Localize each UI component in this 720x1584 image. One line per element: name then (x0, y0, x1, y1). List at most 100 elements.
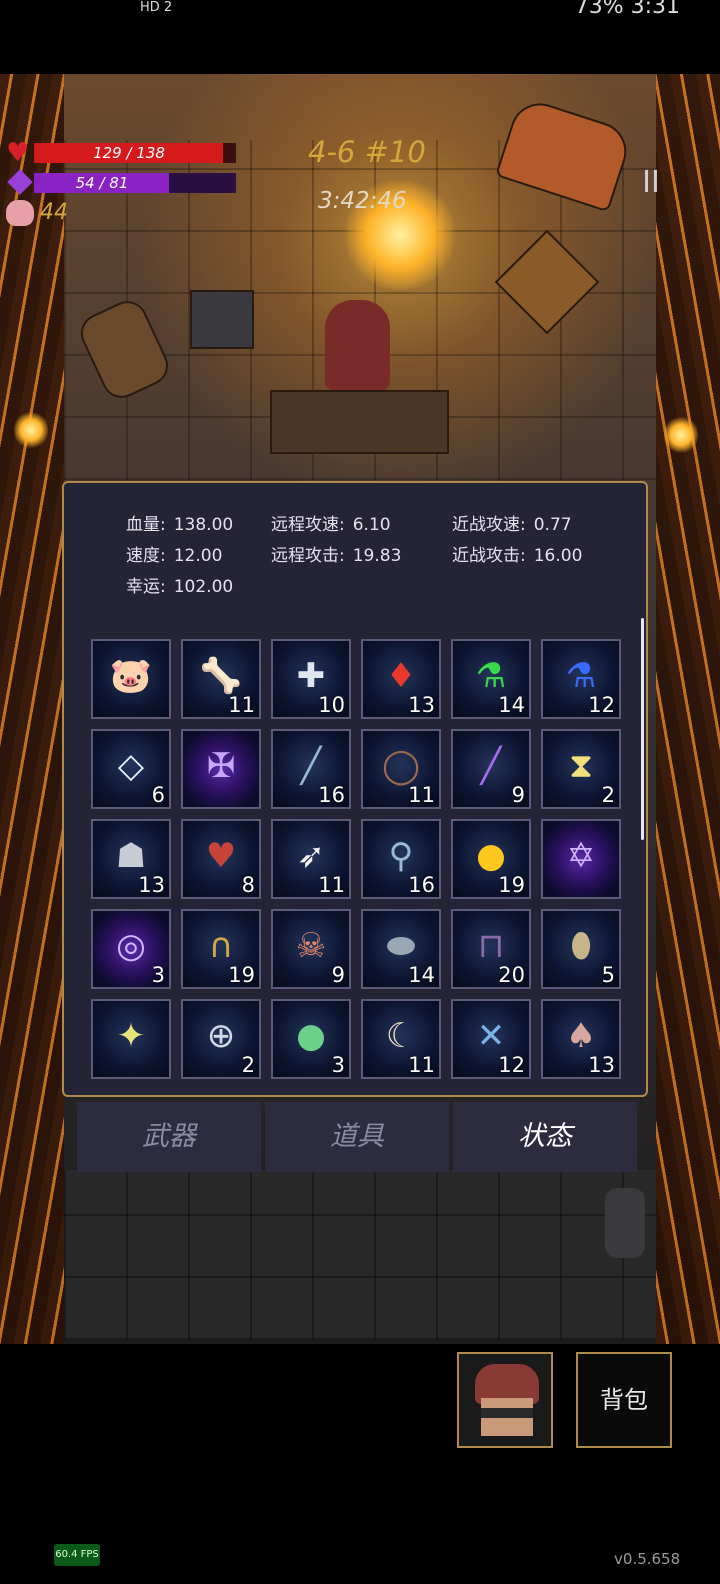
bone-pile-icon: 🦴 (199, 655, 243, 696)
stat-value: 19.83 (352, 546, 402, 566)
horn-icon: ☾ (385, 1015, 417, 1056)
crystal-diamond-icon: ◇ (117, 745, 145, 786)
inventory-scrollbar[interactable] (641, 618, 644, 840)
stat-luck: 幸运: 102.00 (126, 572, 233, 597)
inventory-slot[interactable]: ✠ (181, 729, 261, 809)
stat-value: 12.00 (173, 546, 223, 566)
inventory-slot[interactable]: ⊓ 20 (451, 909, 531, 989)
status-bar: HD 2 73% 3:31 (0, 0, 720, 24)
rainbow-orb-icon: ● (296, 1015, 326, 1056)
item-count: 19 (498, 873, 525, 897)
stat-label: 血量: (126, 515, 166, 535)
feather-skull-icon: ☠ (295, 925, 327, 966)
stat-value: 0.77 (533, 515, 572, 535)
inventory-slot[interactable]: ☗ 13 (91, 819, 171, 899)
pause-button[interactable]: II (626, 158, 676, 208)
item-count: 11 (228, 693, 255, 717)
inventory-slot[interactable]: ☾ 11 (361, 999, 441, 1079)
inventory-slot[interactable]: ⧗ 2 (541, 729, 621, 809)
mp-text: 54 / 81 (75, 174, 129, 192)
inventory-slot[interactable]: ♠ 13 (541, 999, 621, 1079)
inventory-slot[interactable]: 🦴 11 (181, 639, 261, 719)
stat-speed: 速度: 12.00 (126, 541, 222, 566)
stat-ranged-speed: 远程攻速: 6.10 (271, 510, 391, 535)
inventory-slot[interactable]: ♥ 8 (181, 819, 261, 899)
inventory-slot[interactable]: ➶ 11 (271, 819, 351, 899)
feather-icon: ➶ (296, 835, 326, 876)
stat-label: 速度: (126, 546, 166, 566)
player-character (325, 300, 390, 390)
item-count: 3 (151, 963, 165, 987)
inventory-slot[interactable]: ⚲ 16 (361, 819, 441, 899)
inventory-slot[interactable]: ◇ 6 (91, 729, 171, 809)
inventory-slot[interactable]: ∩ 19 (181, 909, 261, 989)
stat-ranged-attack: 远程攻击: 19.83 (271, 541, 401, 566)
piggy-bank-icon: 🐷 (109, 655, 153, 696)
character-portrait-button[interactable] (457, 1352, 553, 1448)
tab-status[interactable]: 状态 (453, 1102, 637, 1172)
item-count: 6 (151, 783, 165, 807)
green-potion-icon: ⚗ (475, 655, 507, 696)
stat-label: 近战攻速: (452, 515, 526, 535)
stat-value: 102.00 (173, 577, 234, 597)
rune-spiral-icon: ◎ (116, 925, 146, 966)
mushroom-icon: ♠ (565, 1015, 597, 1056)
item-count: 12 (588, 693, 615, 717)
item-count: 10 (318, 693, 345, 717)
inventory-slot[interactable]: ✦ (91, 999, 171, 1079)
inventory-slot[interactable]: ╱ 9 (451, 729, 531, 809)
lava-wall-right (656, 74, 720, 1344)
item-count: 2 (601, 783, 615, 807)
item-count: 16 (408, 873, 435, 897)
fps-counter: 60.4 FPS (54, 1544, 100, 1566)
item-count: 11 (408, 783, 435, 807)
inventory-slot[interactable]: ⚗ 12 (541, 639, 621, 719)
inventory-slot[interactable]: 🐷 (91, 639, 171, 719)
stat-label: 远程攻击: (271, 546, 345, 566)
inventory-slot[interactable]: ⬬ 14 (361, 909, 441, 989)
tab-weapons[interactable]: 武器 (77, 1102, 261, 1172)
stat-melee-attack: 近战攻击: 16.00 (452, 541, 582, 566)
item-count: 16 (318, 783, 345, 807)
item-count: 12 (498, 1053, 525, 1077)
wrench-key-icon: ⚲ (388, 835, 414, 876)
medkit-icon: ✚ (296, 655, 326, 696)
inventory-slot[interactable]: ● 19 (451, 819, 531, 899)
inventory-slot[interactable]: ✚ 10 (271, 639, 351, 719)
inventory-slot[interactable]: ⬮ 5 (541, 909, 621, 989)
floor-lower (64, 1170, 656, 1340)
lava-wall-left (0, 74, 64, 1344)
pig-coin-icon (6, 200, 34, 226)
torch-right (664, 415, 698, 455)
inventory-slot[interactable]: ◯ 11 (361, 729, 441, 809)
inventory-slot[interactable]: ◎ 3 (91, 909, 171, 989)
status-right: 73% 3:31 (574, 0, 680, 19)
blue-potion-icon: ⚗ (565, 655, 597, 696)
horseshoe-icon: ∩ (208, 925, 234, 966)
inventory-slot[interactable]: ⊕ 2 (181, 999, 261, 1079)
ghost-cloak-icon: ☗ (115, 835, 147, 876)
item-count: 5 (601, 963, 615, 987)
yellow-hourglass-card-icon: ⧗ (569, 745, 593, 786)
version-label: v0.5.658 (614, 1550, 681, 1568)
inventory-slot[interactable]: ✕ 12 (451, 999, 531, 1079)
stat-label: 幸运: (126, 577, 166, 597)
red-crystal-icon: ♦ (385, 655, 417, 696)
egg-pouch-icon: ⬮ (570, 925, 592, 966)
inventory-slot[interactable]: ╱ 16 (271, 729, 351, 809)
inventory-slot[interactable]: ✡ (541, 819, 621, 899)
item-count: 9 (511, 783, 525, 807)
run-timer: 3:42:46 (318, 188, 407, 214)
inventory-slot[interactable]: ♦ 13 (361, 639, 441, 719)
inventory-slot[interactable]: ☠ 9 (271, 909, 351, 989)
hp-text: 129 / 138 (93, 144, 165, 162)
item-count: 2 (241, 1053, 255, 1077)
glass-vial-icon: ╱ (300, 745, 322, 786)
portrait-mask-icon (481, 1408, 533, 1418)
inventory-slot[interactable]: ● 3 (271, 999, 351, 1079)
inventory-slot[interactable]: ⚗ 14 (451, 639, 531, 719)
tab-items[interactable]: 道具 (265, 1102, 449, 1172)
item-count: 14 (498, 693, 525, 717)
backpack-button[interactable]: 背包 (576, 1352, 672, 1448)
dragonfly-icon: ✕ (476, 1015, 506, 1056)
